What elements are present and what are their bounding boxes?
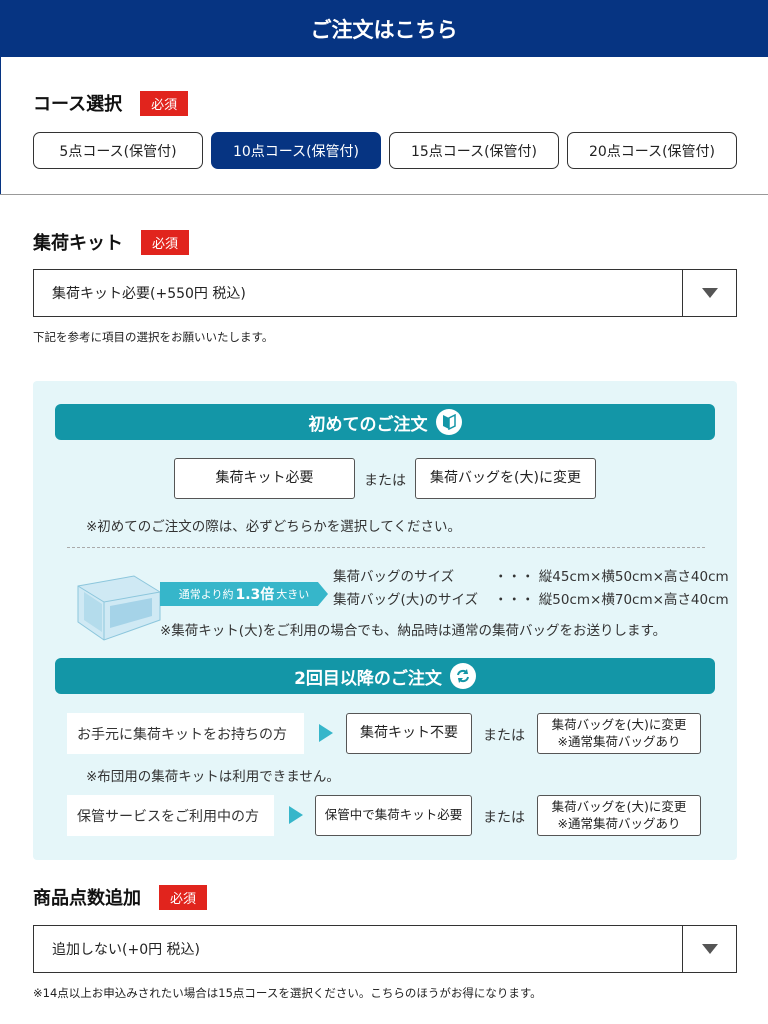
storage-kit-required-option[interactable]: 保管中で集荷キット必要 [315,795,472,836]
option-label: 集荷キット不要 [360,725,458,742]
large-bag-option-row1[interactable]: 集荷バッグを(大)に変更 ※通常集荷バッグあり [537,713,701,754]
course-title: コース選択 [33,94,123,115]
required-badge: 必須 [141,229,190,255]
option-label-line2: ※通常集荷バッグあり [557,733,681,749]
kit-select-toggle[interactable] [682,270,736,316]
ribbon-suffix: 大きい [276,588,310,601]
or-text: または [483,810,525,826]
bag-note: ※集荷キット(大)をご利用の場合でも、納品時は通常の集荷バッグをお送りします。 [160,623,667,639]
items-select[interactable]: 追加しない(+0円 税込) [33,925,737,973]
arrow-right-icon [289,806,303,824]
first-order-note: ※初めてのご注文の際は、必ずどちらかを選択してください。 [86,519,462,535]
repeat-order-banner-text: 2回目以降のご注文 [294,668,442,689]
header-title: ご注文はこちら [310,17,458,42]
items-section-title: 商品点数追加 必須 [33,884,208,910]
option-label-line2: ※通常集荷バッグあり [557,815,681,831]
kit-required-option[interactable]: 集荷キット必要 [174,458,355,499]
row2-label-text: 保管サービスをご利用中の方 [77,808,259,825]
course-option-label: 15点コース(保管付) [410,143,538,160]
course-option-10[interactable]: 10点コース(保管付) [211,132,381,169]
triangle-down-icon [701,288,718,298]
kit-owner-label: お手元に集荷キットをお持ちの方 [67,713,304,754]
left-accent-line [0,57,1,195]
ribbon-value: 1.3倍 [235,587,275,603]
storage-user-label: 保管サービスをご利用中の方 [67,795,274,836]
course-option-label: 10点コース(保管付) [232,143,360,160]
course-option-label: 5点コース(保管付) [59,143,177,160]
course-option-label: 20点コース(保管付) [588,143,716,160]
large-bag-size-label: 集荷バッグ(大)のサイズ [333,592,479,608]
or-text: または [483,728,525,744]
bag-size-value: ・・・ 縦45cm×横50cm×高さ40cm [494,569,729,585]
bag-size-label: 集荷バッグのサイズ [333,569,455,585]
kit-title: 集荷キット [33,233,123,254]
triangle-down-icon [701,944,718,954]
course-section-title: コース選択 必須 [33,90,189,116]
option-label: 集荷バッグを(大)に変更 [430,470,581,487]
option-label-line1: 集荷バッグを(大)に変更 [551,799,687,815]
large-bag-option[interactable]: 集荷バッグを(大)に変更 [415,458,596,499]
first-order-banner-text: 初めてのご注文 [308,414,428,435]
large-bag-option-row2[interactable]: 集荷バッグを(大)に変更 ※通常集荷バッグあり [537,795,701,836]
repeat-arrows-icon [449,663,476,689]
or-text: または [364,473,406,489]
ribbon-prefix: 通常より約 [178,588,234,601]
kit-section-title: 集荷キット 必須 [33,229,190,255]
kit-not-required-option[interactable]: 集荷キット不要 [346,713,472,754]
course-option-15[interactable]: 15点コース(保管付) [389,132,559,169]
order-header: ご注文はこちら [0,0,768,57]
dotted-divider [67,547,705,548]
option-label-line1: 集荷バッグを(大)に変更 [551,717,687,733]
row1-label-text: お手元に集荷キットをお持ちの方 [77,726,287,743]
kit-select-value: 集荷キット必要(+550円 税込) [52,286,246,302]
required-badge: 必須 [159,884,208,910]
option-label: 保管中で集荷キット必要 [324,807,463,823]
size-ratio-ribbon: 通常より約 1.3倍 大きい [160,582,328,606]
items-select-toggle[interactable] [682,926,736,972]
collection-bag-image [77,575,161,641]
first-order-banner: 初めてのご注文 [55,404,715,440]
futon-kit-note: ※布団用の集荷キットは利用できません。 [86,769,340,785]
arrow-right-icon [319,724,333,742]
kit-note: 下記を参考に項目の選択をお願いいたします。 [33,330,274,344]
items-title: 商品点数追加 [33,888,141,909]
items-select-value: 追加しない(+0円 税込) [52,942,201,958]
kit-select[interactable]: 集荷キット必要(+550円 税込) [33,269,737,317]
items-note: ※14点以上お申込みされたい場合は15点コースを選択ください。こちらのほうがお得… [33,986,542,1000]
large-bag-size-value: ・・・ 縦50cm×横70cm×高さ40cm [494,592,729,608]
beginner-mark-icon [435,409,462,435]
course-option-20[interactable]: 20点コース(保管付) [567,132,737,169]
option-label: 集荷キット必要 [215,470,314,487]
required-badge: 必須 [140,90,189,116]
course-option-5[interactable]: 5点コース(保管付) [33,132,203,169]
section-divider [0,194,768,195]
repeat-order-banner: 2回目以降のご注文 [55,658,715,694]
